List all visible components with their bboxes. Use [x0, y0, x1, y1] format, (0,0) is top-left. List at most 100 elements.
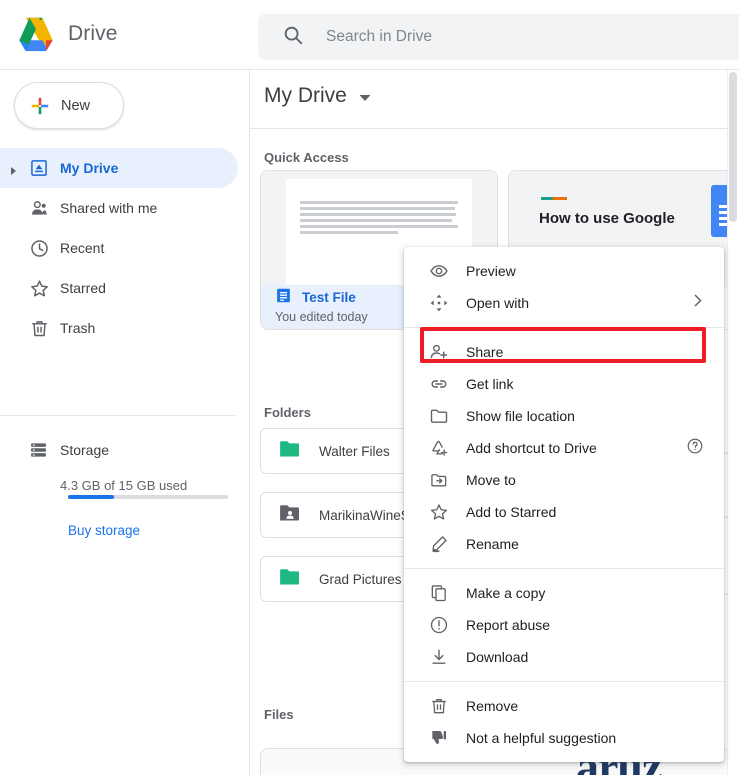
storage-progress-bar [68, 495, 228, 499]
sidebar-item-my-drive[interactable]: My Drive [0, 148, 238, 188]
menu-item-move-to[interactable]: Move to [404, 464, 724, 496]
menu-item-remove[interactable]: Remove [404, 690, 724, 722]
breadcrumb[interactable]: My Drive [264, 84, 371, 108]
folder-icon [279, 568, 301, 591]
menu-separator [404, 568, 724, 569]
search-bar[interactable] [258, 14, 739, 60]
sidebar-nav: My Drive Shared with me Recent Starred T… [0, 148, 250, 348]
menu-item-preview[interactable]: Preview [404, 255, 724, 287]
brand-name: Drive [68, 22, 118, 45]
title-divider [250, 128, 739, 129]
link-icon [428, 373, 450, 395]
new-button[interactable]: New [14, 82, 124, 129]
sidebar-item-starred-label: Starred [60, 280, 106, 296]
menu-item-make-a-copy[interactable]: Make a copy [404, 577, 724, 609]
scrollbar-thumb[interactable] [729, 72, 737, 222]
google-docs-icon [275, 287, 292, 307]
storage-progress-fill [68, 495, 115, 499]
menu-item-download-label: Download [466, 649, 529, 665]
shared-with-me-icon [28, 197, 50, 219]
menu-item-preview-label: Preview [466, 263, 516, 279]
menu-item-remove-label: Remove [466, 698, 519, 714]
menu-item-add-to-starred-label: Add to Starred [466, 504, 557, 520]
menu-item-show-file-location[interactable]: Show file location [404, 400, 724, 432]
thumbnail-content: How to use Google [539, 197, 675, 227]
star-outline-icon [428, 501, 450, 523]
sidebar-item-shared-with-me[interactable]: Shared with me [0, 188, 238, 228]
sidebar-item-recent-label: Recent [60, 240, 105, 256]
menu-item-open-with[interactable]: Open with [404, 287, 724, 319]
chevron-right-icon [694, 294, 702, 312]
menu-item-rename[interactable]: Rename [404, 528, 724, 560]
add-shortcut-icon [428, 437, 450, 459]
folder-icon [279, 440, 301, 463]
trash-icon [428, 695, 450, 717]
menu-item-add-shortcut-to-drive-label: Add shortcut to Drive [466, 440, 597, 456]
my-drive-icon [28, 157, 50, 179]
menu-item-get-link-label: Get link [466, 376, 514, 392]
sidebar-item-starred[interactable]: Starred [0, 268, 238, 308]
thumb-down-icon [428, 727, 450, 749]
menu-separator [404, 327, 724, 328]
storage-usage-text: 4.3 GB of 15 GB used [60, 478, 188, 493]
search-icon [282, 24, 304, 51]
menu-item-report-abuse[interactable]: Report abuse [404, 609, 724, 641]
sidebar-item-storage-label: Storage [60, 442, 110, 458]
expand-caret-icon[interactable] [8, 163, 18, 175]
sidebar-item-trash[interactable]: Trash [0, 308, 238, 348]
menu-item-share[interactable]: Share [404, 336, 724, 368]
folder-name: Grad Pictures [319, 571, 402, 587]
folder-outline-icon [428, 405, 450, 427]
menu-item-move-to-label: Move to [466, 472, 516, 488]
warning-icon [428, 614, 450, 636]
chevron-down-icon[interactable] [359, 84, 371, 108]
menu-item-add-shortcut-to-drive[interactable]: Add shortcut to Drive [404, 432, 724, 464]
menu-item-report-abuse-label: Report abuse [466, 617, 551, 633]
menu-item-not-a-helpful-suggestion[interactable]: Not a helpful suggestion [404, 722, 724, 754]
quick-access-file-name: Test File [302, 289, 356, 305]
new-button-label: New [61, 97, 91, 114]
quick-access-label: Quick Access [264, 150, 349, 165]
main-scrollbar[interactable] [727, 70, 739, 775]
menu-item-show-file-location-label: Show file location [466, 408, 575, 424]
pencil-icon [428, 533, 450, 555]
open-with-icon [428, 292, 450, 314]
eye-icon [428, 260, 450, 282]
storage-icon [28, 439, 50, 461]
menu-separator [404, 681, 724, 682]
sidebar-item-trash-label: Trash [60, 320, 96, 336]
menu-item-open-with-label: Open with [466, 295, 530, 311]
trash-icon [28, 317, 50, 339]
sidebar-item-my-drive-label: My Drive [60, 160, 119, 176]
drive-brand[interactable]: Drive [16, 16, 118, 52]
buy-storage-link[interactable]: Buy storage [68, 523, 140, 538]
menu-item-share-label: Share [466, 344, 504, 360]
sidebar-item-storage[interactable]: Storage [0, 430, 250, 470]
help-icon[interactable] [686, 437, 704, 460]
google-drive-logo [19, 17, 53, 52]
search-input[interactable] [326, 28, 739, 46]
copy-icon [428, 582, 450, 604]
plus-icon [29, 95, 51, 117]
menu-item-add-to-starred[interactable]: Add to Starred [404, 496, 724, 528]
sidebar-divider [0, 415, 236, 416]
menu-item-rename-label: Rename [466, 536, 519, 552]
folder-name: Walter Files [319, 443, 390, 459]
folders-label: Folders [264, 405, 311, 420]
sidebar-item-shared-with-me-label: Shared with me [60, 200, 158, 216]
sidebar: New My Drive Shared with me Recent Starr… [0, 70, 250, 775]
move-to-icon [428, 469, 450, 491]
quick-access-file-name: How to use Google [539, 210, 675, 227]
shared-folder-icon [279, 504, 301, 527]
folder-name: MarikinaWineS [319, 507, 410, 523]
menu-item-get-link[interactable]: Get link [404, 368, 724, 400]
sidebar-item-recent[interactable]: Recent [0, 228, 238, 268]
accent-dash [541, 197, 567, 200]
top-bar: Drive [0, 0, 739, 70]
menu-item-download[interactable]: Download [404, 641, 724, 673]
menu-item-make-a-copy-label: Make a copy [466, 585, 546, 601]
person-add-icon [428, 341, 450, 363]
download-icon [428, 646, 450, 668]
context-menu[interactable]: Preview Open with Share Get link Show fi… [404, 247, 724, 762]
star-icon [28, 277, 50, 299]
